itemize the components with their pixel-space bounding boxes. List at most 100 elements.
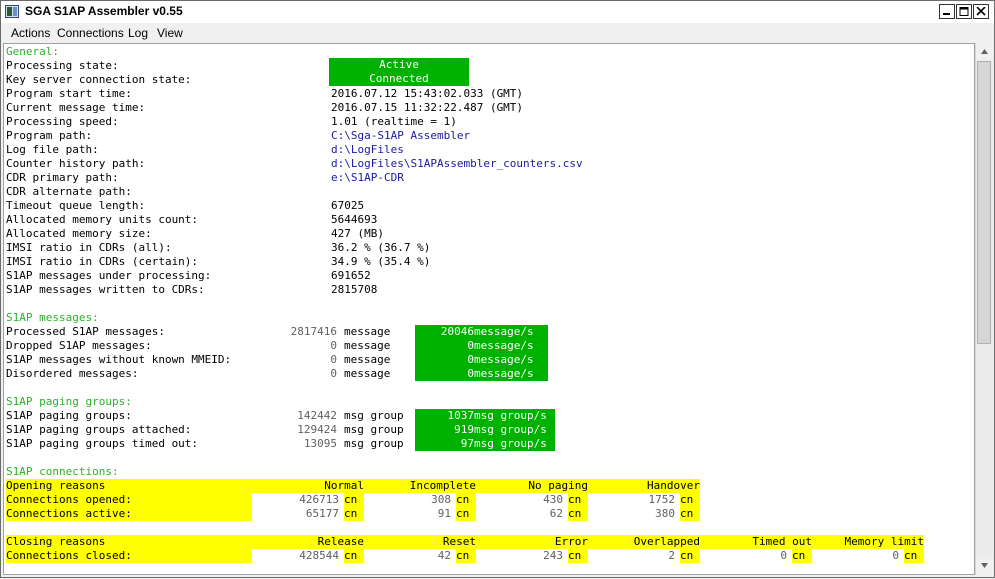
counter-row: Processed S1AP messages: 2817416 message 20… <box>6 325 966 339</box>
reasons-title: Closing reasons <box>6 535 252 549</box>
close-button[interactable] <box>973 4 989 19</box>
connections-unit: cn <box>456 493 476 507</box>
info-value: 691652 <box>331 269 371 282</box>
info-label: Current message time: <box>6 101 146 114</box>
info-row: Current message time: 2016.07.15 11:32:22… <box>6 101 966 115</box>
connections-value: 1752 <box>648 493 676 506</box>
reason-column-header: No paging <box>476 479 588 493</box>
info-label: Counter history path: <box>6 157 146 170</box>
counter-unit: message <box>344 339 391 352</box>
reason-column-header: Error <box>476 535 588 549</box>
reason-column-header: Overlapped <box>588 535 700 549</box>
title-bar[interactable]: SGA S1AP Assembler v0.55 <box>1 1 994 24</box>
rate-unit: msg group/s <box>474 437 555 451</box>
connections-unit: cn <box>568 493 588 507</box>
counter-row: S1AP paging groups: 142442 msg group 1037 ms… <box>6 409 966 423</box>
connections-value: 380 <box>655 507 675 520</box>
info-row: CDR alternate path: <box>6 185 966 199</box>
info-row: Timeout queue length: 67025 <box>6 199 966 213</box>
app-window: SGA S1AP Assembler v0.55 Actions Connect… <box>0 0 995 578</box>
connections-value: 0 <box>780 549 787 562</box>
info-row: IMSI ratio in CDRs (certain): 34.9 % (35.… <box>6 255 966 269</box>
connections-unit: cn <box>680 493 700 507</box>
info-value: 1.01 (realtime = 1) <box>331 115 457 128</box>
opening-connections-row: Connections opened: 426713 cn 308 cn 430 cn 175… <box>6 493 966 507</box>
path-value[interactable]: C:\Sga-S1AP Assembler <box>331 129 470 143</box>
connections-unit: cn <box>344 549 364 563</box>
rate-unit: message/s <box>474 325 548 339</box>
maximize-icon <box>959 7 969 16</box>
menu-connections[interactable]: Connections <box>57 26 124 40</box>
info-label: Processing speed: <box>6 115 119 128</box>
connections-value: 65177 <box>305 507 339 520</box>
counter-unit: message <box>344 353 391 366</box>
app-icon <box>5 5 19 18</box>
info-row: Log file path: d:\LogFiles <box>6 143 966 157</box>
counter-label: S1AP paging groups timed out: <box>6 437 199 450</box>
counter-value: 13095 <box>303 437 337 450</box>
counter-row: S1AP paging groups attached: 129424 msg gr… <box>6 423 966 437</box>
connections-label: Connections closed: <box>6 549 252 563</box>
connections-value: 308 <box>431 493 451 506</box>
vertical-scrollbar[interactable] <box>975 43 993 575</box>
connections-unit: cn <box>344 507 364 521</box>
window-title: SGA S1AP Assembler v0.55 <box>25 4 183 18</box>
counter-label: S1AP paging groups: <box>6 409 132 422</box>
counter-unit: message <box>344 325 391 338</box>
counter-unit: msg group <box>344 437 404 450</box>
reason-column-header: Handover <box>588 479 700 493</box>
info-value: 2016.07.15 11:32:22.487 (GMT) <box>331 101 524 114</box>
scrollbar-thumb[interactable] <box>977 61 991 344</box>
connections-label: Connections opened: <box>6 493 252 507</box>
counter-value: 2817416 <box>290 325 337 338</box>
connections-unit: cn <box>680 507 700 521</box>
maximize-button[interactable] <box>956 4 972 19</box>
section-title: S1AP paging groups: <box>6 395 132 408</box>
reason-column-header: Incomplete <box>364 479 476 493</box>
section-header-connections: S1AP connections: <box>6 465 966 479</box>
minimize-button[interactable] <box>939 4 955 19</box>
counter-row: Disordered messages: 0 message 0 message/s <box>6 367 966 381</box>
rate-value: 97 <box>415 437 474 451</box>
info-row: Counter history path: d:\LogFiles\S1APAss… <box>6 157 966 171</box>
path-value[interactable]: e:\S1AP-CDR <box>331 171 404 185</box>
connections-value: 0 <box>892 549 899 562</box>
connections-unit: cn <box>680 549 700 563</box>
info-label: CDR primary path: <box>6 171 119 184</box>
info-row: Program start time: 2016.07.12 15:43:02.0… <box>6 87 966 101</box>
menu-log[interactable]: Log <box>128 26 148 40</box>
counter-label: Dropped S1AP messages: <box>6 339 152 352</box>
counter-label: Processed S1AP messages: <box>6 325 165 338</box>
info-value: 427 (MB) <box>331 227 384 240</box>
path-value[interactable]: d:\LogFiles\S1APAssembler_counters.csv <box>331 157 583 171</box>
scroll-down-button[interactable] <box>976 557 993 574</box>
connections-value: 2 <box>668 549 675 562</box>
info-label: Allocated memory size: <box>6 227 152 240</box>
info-label: IMSI ratio in CDRs (all): <box>6 241 172 254</box>
info-label: Program path: <box>6 129 93 142</box>
path-value[interactable]: d:\LogFiles <box>331 143 404 157</box>
counter-value: 0 <box>330 367 337 380</box>
connections-unit: cn <box>456 549 476 563</box>
info-row: Allocated memory units count: 5644693 <box>6 213 966 227</box>
info-label: Timeout queue length: <box>6 199 146 212</box>
closing-reasons-header-row: Closing reasons Release Reset Error Overlapp… <box>6 535 966 549</box>
rate-unit: message/s <box>474 367 548 381</box>
rate-unit: msg group/s <box>474 423 555 437</box>
counter-value: 142442 <box>297 409 337 422</box>
menu-actions[interactable]: Actions <box>11 26 50 40</box>
connections-unit: cn <box>568 507 588 521</box>
menu-view[interactable]: View <box>157 26 183 40</box>
scroll-up-button[interactable] <box>976 43 993 60</box>
info-label: Program start time: <box>6 87 132 100</box>
rate-value: 20046 <box>415 325 474 339</box>
info-row: S1AP messages written to CDRs: 2815708 <box>6 283 966 297</box>
info-value: 34.9 % (35.4 %) <box>331 255 431 268</box>
reason-column-header: Timed out <box>700 535 812 549</box>
info-value: 67025 <box>331 199 365 212</box>
reason-column-header: Memory limit <box>812 535 924 549</box>
counter-row: S1AP messages without known MMEID: 0 messa… <box>6 353 966 367</box>
close-icon <box>976 7 986 16</box>
section-title: S1AP connections: <box>6 465 119 478</box>
rate-unit: message/s <box>474 353 548 367</box>
